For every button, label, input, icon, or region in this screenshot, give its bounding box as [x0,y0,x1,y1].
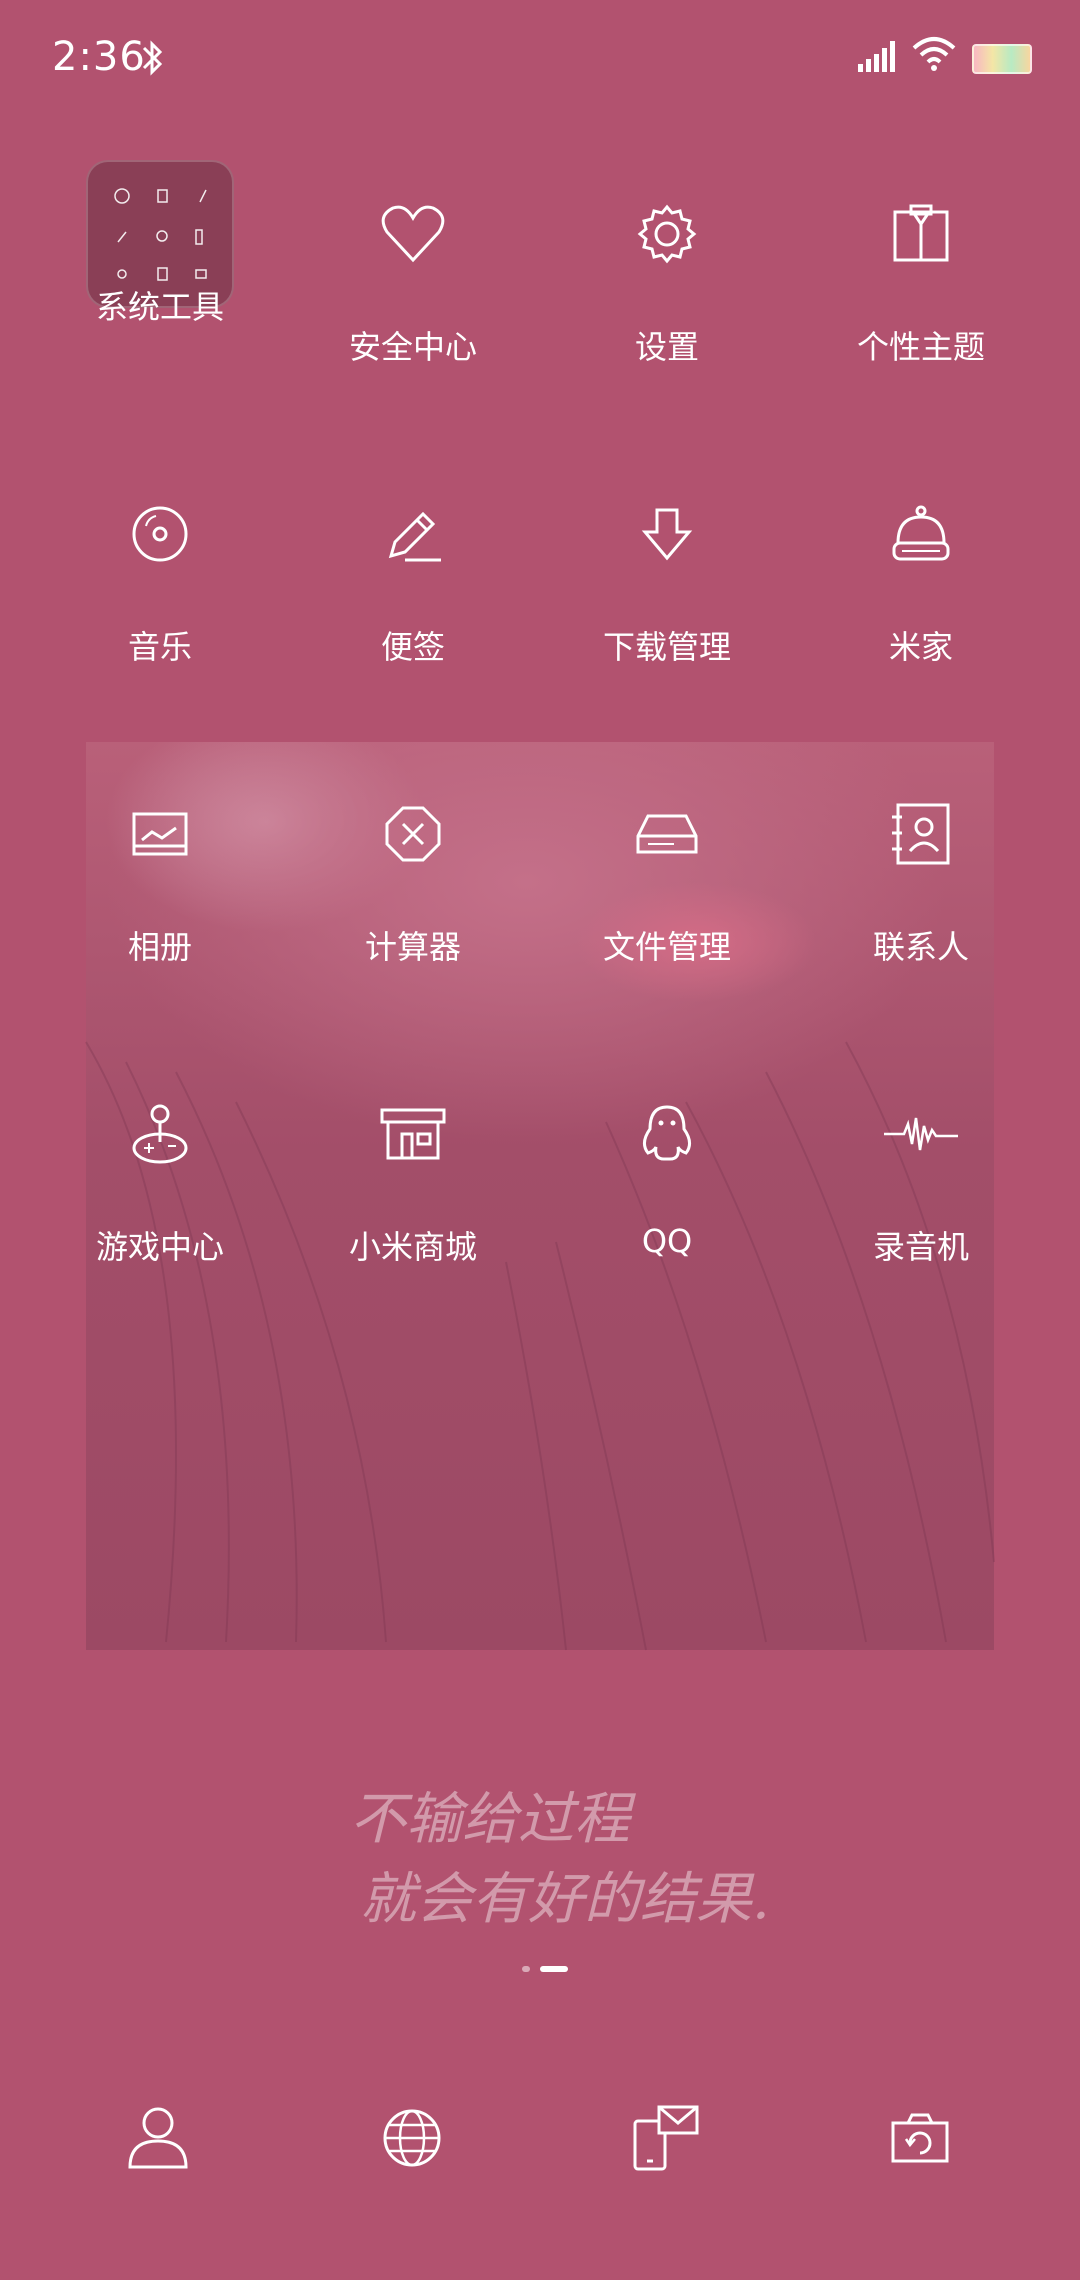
dock-contacts-button[interactable] [108,2090,208,2190]
app-security-center[interactable]: 安全中心 [286,184,540,404]
app-calculator[interactable]: 计算器 [286,784,540,1004]
app-file-manager[interactable]: 文件管理 [540,784,794,1004]
contacts-icon [871,784,971,884]
app-label: 音乐 [127,628,192,666]
heart-icon [363,184,463,284]
bluetooth-icon [140,38,166,82]
battery-icon [972,44,1032,74]
app-game-center[interactable]: 游戏中心 [33,1084,287,1304]
status-time: 2:36 [52,34,146,80]
page-dot-2-active[interactable] [540,1966,568,1972]
smart-home-icon [871,484,971,584]
camera-icon [890,2111,950,2169]
app-themes[interactable]: 个性主题 [794,184,1048,404]
app-label: 文件管理 [602,928,731,966]
person-icon [126,2105,190,2175]
wifi-icon [912,34,956,78]
app-qq[interactable]: QQ [540,1084,794,1304]
app-gallery[interactable]: 相册 [33,784,287,1004]
app-label: 便签 [380,628,445,666]
page-dot-1[interactable] [522,1966,530,1972]
message-phone-icon [633,2105,699,2175]
app-notes[interactable]: 便签 [286,484,540,704]
app-label: 安全中心 [348,328,477,366]
handwritten-quote: 不输给过程 就会有好的结果. [350,1780,770,1940]
signal-icon [858,38,902,76]
download-arrow-icon [617,484,717,584]
status-bar: 2:36 [0,0,1080,120]
dock-camera-button[interactable] [870,2090,970,2190]
app-contacts[interactable]: 联系人 [794,784,1048,1004]
app-label: 个性主题 [856,328,985,366]
disc-icon [110,484,210,584]
gallery-icon [110,784,210,884]
app-label: QQ [641,1222,693,1260]
app-label: 联系人 [872,928,969,966]
app-mi-store[interactable]: 小米商城 [286,1084,540,1304]
app-label: 设置 [634,328,699,366]
quote-line-1: 不输给过程 [350,1787,630,1852]
app-music[interactable]: 音乐 [33,484,287,704]
app-label: 游戏中心 [95,1228,224,1266]
penguin-icon [617,1084,717,1184]
app-label: 小米商城 [348,1228,477,1266]
pencil-icon [363,484,463,584]
soundwave-icon [871,1084,971,1184]
store-icon [363,1084,463,1184]
calculator-icon [363,784,463,884]
dock-messages-button[interactable] [616,2090,716,2190]
app-label: 系统工具 [95,288,224,326]
app-label: 计算器 [364,928,461,966]
quote-line-2: 就会有好的结果. [360,1867,770,1932]
file-drive-icon [617,784,717,884]
app-label: 米家 [888,628,953,666]
app-system-tools[interactable]: 系统工具 [33,160,287,380]
app-recorder[interactable]: 录音机 [794,1084,1048,1304]
app-label: 相册 [127,928,192,966]
gear-icon [617,184,717,284]
dock-browser-button[interactable] [362,2090,462,2190]
globe-icon [381,2107,443,2173]
app-mijia[interactable]: 米家 [794,484,1048,704]
shirt-icon [871,184,971,284]
app-label: 录音机 [872,1228,969,1266]
app-settings[interactable]: 设置 [540,184,794,404]
app-label: 下载管理 [602,628,731,666]
app-downloads[interactable]: 下载管理 [540,484,794,704]
joystick-icon [110,1084,210,1184]
